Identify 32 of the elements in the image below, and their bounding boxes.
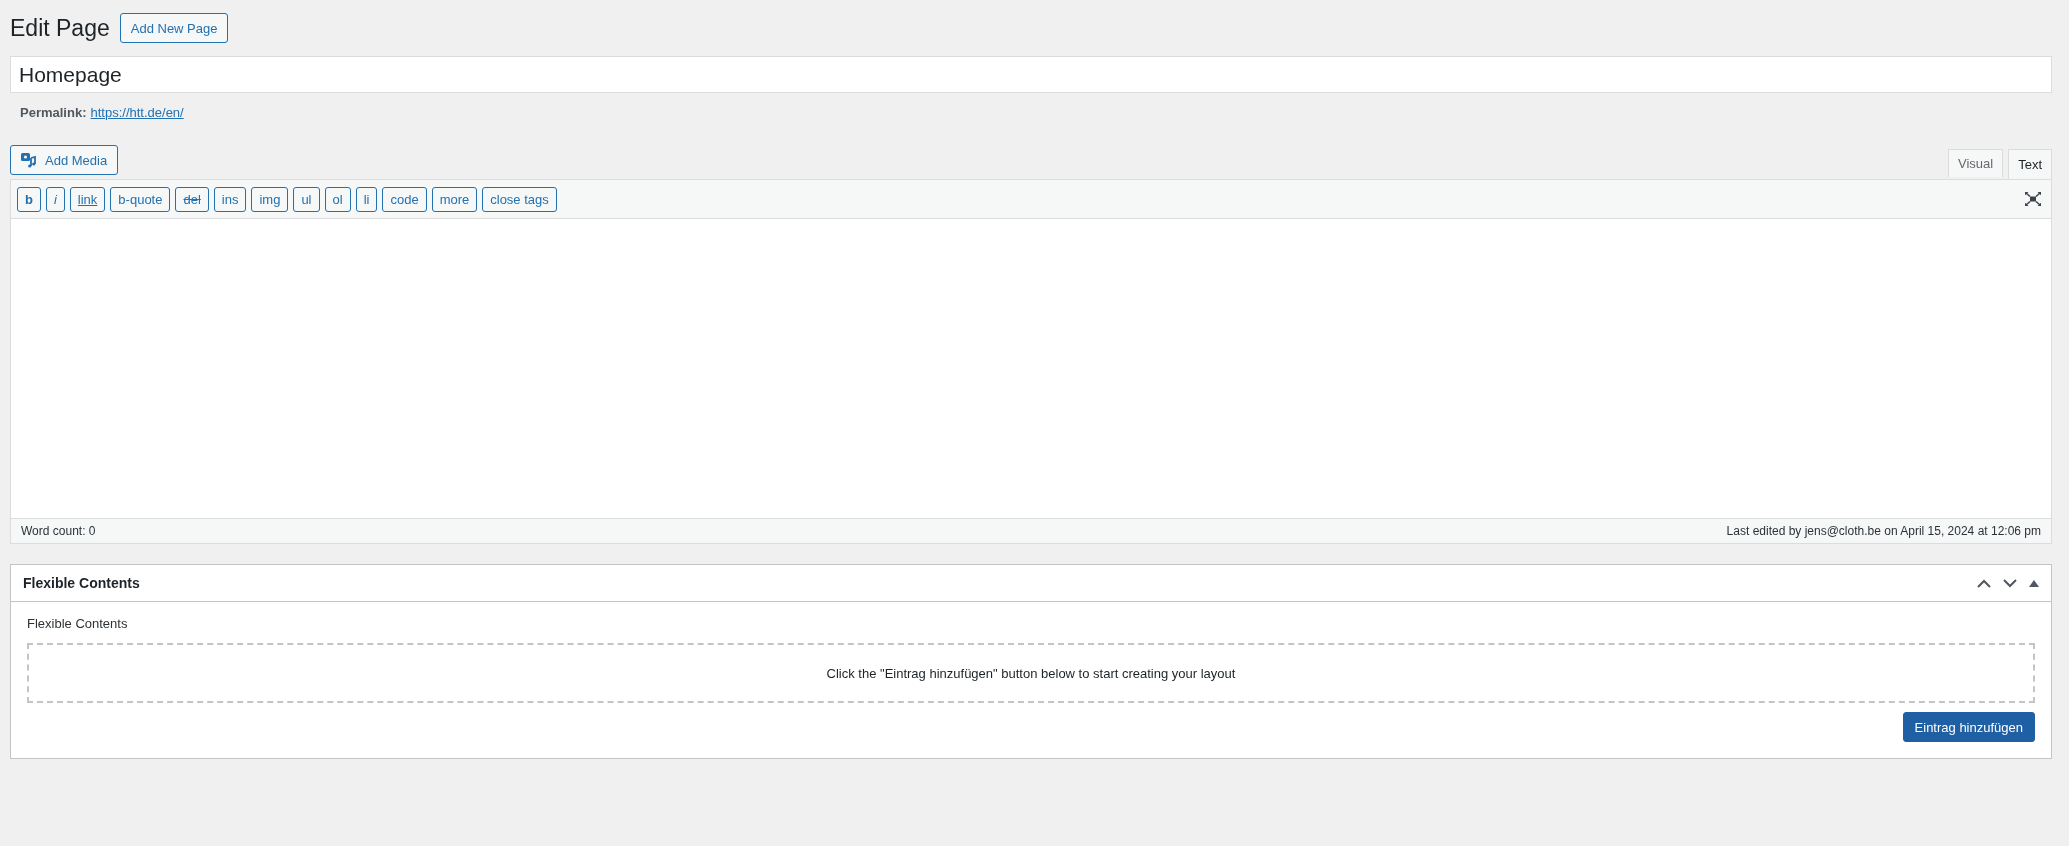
chevron-up-icon[interactable]	[1977, 578, 1991, 588]
last-edited-text: Last edited by jens@cloth.be on April 15, 2024 at 12:06 pm	[1726, 524, 2041, 538]
quicktag-button[interactable]: close tags	[482, 186, 557, 212]
page-title: Edit Page	[10, 14, 110, 42]
quicktag-button[interactable]: li	[355, 186, 378, 212]
chevron-down-icon[interactable]	[2003, 578, 2017, 588]
add-media-button[interactable]: Add Media	[10, 145, 119, 175]
quicktag-button[interactable]: img	[251, 186, 289, 212]
field-label: Flexible Contents	[27, 616, 129, 631]
add-new-page-button[interactable]: Add New Page	[119, 13, 229, 43]
triangle-up-icon[interactable]	[2029, 579, 2039, 587]
editor-tab[interactable]: Visual	[1947, 149, 2004, 177]
media-icon	[21, 152, 37, 168]
editor-tab[interactable]: Text	[2008, 149, 2052, 179]
meta-box-title: Flexible Contents	[23, 575, 140, 591]
quicktag-button[interactable]: del	[175, 186, 209, 212]
quicktag-button[interactable]: ol	[324, 186, 351, 212]
quicktag-button[interactable]: b	[17, 186, 41, 212]
quicktag-button[interactable]: b-quote	[110, 186, 171, 212]
permalink-link[interactable]: https://htt.de/en/	[90, 105, 184, 120]
quicktag-button[interactable]: link	[69, 186, 106, 212]
empty-layout-message: Click the "Eintrag hinzufügen" button below to start creating your layout	[826, 665, 1236, 681]
quicktag-button[interactable]: ins	[213, 186, 247, 212]
permalink-label: Permalink:	[20, 105, 87, 120]
word-count: Word count: 0	[21, 524, 96, 538]
title-field[interactable]: Homepage	[10, 56, 2052, 93]
quicktag-button[interactable]: i	[45, 186, 65, 212]
quicktag-button[interactable]: ul	[293, 186, 320, 212]
add-entry-button[interactable]: Eintrag hinzufügen	[1902, 712, 2035, 742]
quicktag-button[interactable]: code	[382, 186, 427, 212]
quicktag-button[interactable]: more	[431, 186, 478, 212]
fullscreen-icon[interactable]	[2025, 192, 2041, 206]
